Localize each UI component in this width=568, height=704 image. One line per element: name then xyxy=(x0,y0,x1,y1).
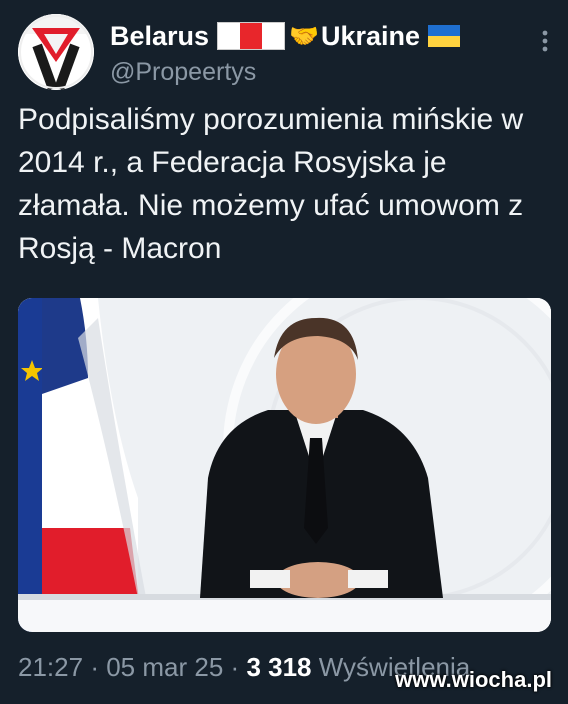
tweet-date[interactable]: 05 mar 25 xyxy=(106,652,223,682)
tweet-header: Belarus 🤝 Ukraine @Propeertys xyxy=(18,14,558,90)
tweet-media[interactable] xyxy=(18,298,551,632)
separator: · xyxy=(90,652,99,682)
handshake-icon: 🤝 xyxy=(289,22,319,50)
display-name-text: Belarus xyxy=(110,20,210,51)
avatar-image xyxy=(18,14,94,90)
view-count: 3 318 xyxy=(246,652,312,682)
separator: · xyxy=(230,652,240,682)
watermark: www.wiocha.pl xyxy=(395,667,552,692)
tweet-time[interactable]: 21:27 xyxy=(18,652,83,682)
author-handle[interactable]: @Propeertys xyxy=(110,58,460,87)
display-name[interactable]: Belarus 🤝 Ukraine xyxy=(110,20,461,52)
display-name-suffix: Ukraine xyxy=(320,20,421,51)
ukraine-flag-icon xyxy=(428,25,461,47)
tweet-text: Podpisaliśmy porozumienia mińskie w 2014… xyxy=(18,103,524,265)
belarus-flag-icon xyxy=(217,22,286,50)
author-names: Belarus 🤝 Ukraine @Propeertys xyxy=(110,20,461,87)
avatar[interactable] xyxy=(18,14,94,90)
more-options-icon[interactable] xyxy=(542,30,548,52)
press-conference-photo xyxy=(18,298,551,632)
